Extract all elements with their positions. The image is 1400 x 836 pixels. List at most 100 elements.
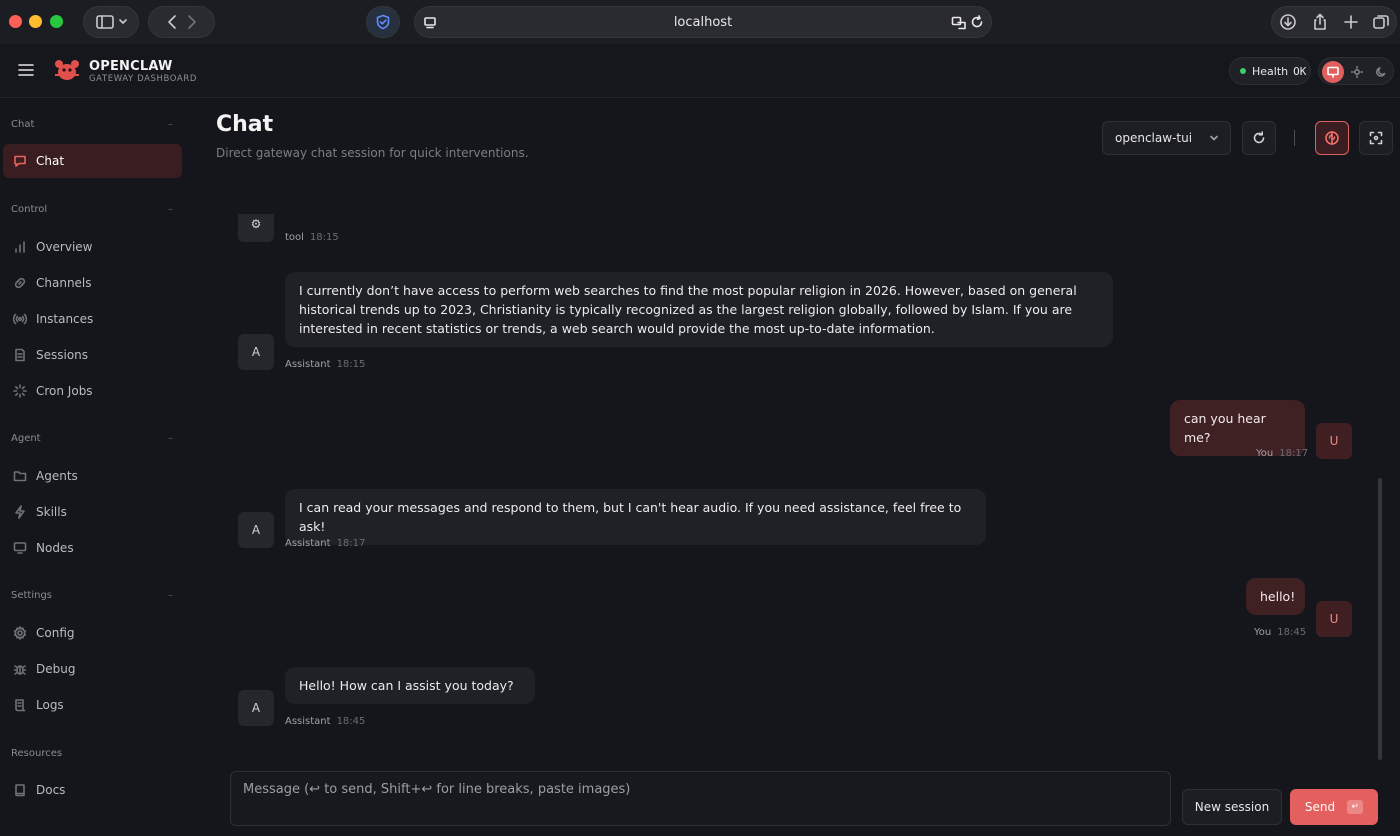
message-time: 18:15: [309, 232, 339, 243]
page-subtitle: Direct gateway chat session for quick in…: [216, 146, 529, 160]
download-icon[interactable]: [1272, 13, 1304, 31]
sidebar-item-instances[interactable]: Instances: [3, 302, 182, 336]
chat-scrollbar[interactable]: [1378, 478, 1382, 760]
user-avatar: U: [1316, 423, 1352, 459]
sidebar-item-label: Overview: [36, 240, 93, 254]
assistant-message-bubble: I currently don’t have access to perform…: [285, 272, 1113, 347]
theme-dark-button[interactable]: [1370, 61, 1392, 83]
assistant-avatar: A: [238, 334, 274, 370]
assistant-avatar: A: [238, 690, 274, 726]
sidebar-toggle-button[interactable]: [83, 6, 139, 38]
scroll-fade: [192, 196, 1372, 214]
minimize-window-button[interactable]: [29, 15, 42, 28]
message-sender: tool: [285, 232, 304, 243]
enter-key-icon: ↵: [1347, 800, 1364, 814]
section-label-chat: Chat: [11, 119, 35, 130]
share-icon[interactable]: [1304, 13, 1336, 31]
loader-icon: [13, 384, 27, 398]
back-icon[interactable]: [162, 14, 182, 30]
address-bar[interactable]: localhost: [414, 6, 992, 38]
brain-icon: [1325, 131, 1339, 145]
sidebar-item-label: Docs: [36, 783, 66, 797]
sidebar-item-sessions[interactable]: Sessions: [3, 338, 182, 372]
sidebar-item-label: Agents: [36, 469, 78, 483]
link-icon: [14, 277, 26, 289]
toolbar-actions: [1271, 6, 1397, 38]
new-session-label: New session: [1194, 800, 1270, 814]
message-input[interactable]: [230, 771, 1171, 826]
message-time: 18:17: [336, 538, 366, 549]
message-time: 18:45: [1277, 627, 1307, 638]
sidebar-item-docs[interactable]: Docs: [3, 773, 182, 807]
message-time: 18:15: [336, 359, 366, 370]
brand-subtitle: GATEWAY DASHBOARD: [89, 74, 197, 84]
radio-icon: [13, 313, 27, 325]
book-icon: [15, 784, 25, 797]
collapse-control-button[interactable]: –: [168, 204, 173, 215]
session-select-value: openclaw-tui: [1115, 131, 1193, 145]
refresh-button[interactable]: [1242, 121, 1276, 155]
sidebar-item-label: Sessions: [36, 348, 89, 362]
privacy-shield-button[interactable]: [366, 6, 400, 38]
message-meta: tool 18:15: [285, 232, 339, 243]
health-label: Health: [1252, 64, 1289, 78]
translate-icon[interactable]: [951, 15, 967, 31]
shield-icon: [376, 14, 390, 30]
zoom-window-button[interactable]: [50, 15, 63, 28]
new-tab-icon[interactable]: [1336, 13, 1366, 31]
toolbar-divider: [1294, 130, 1295, 146]
sidebar-item-label: Chat: [36, 154, 65, 168]
sidebar-item-logs[interactable]: Logs: [3, 688, 182, 722]
sidebar-item-chat[interactable]: Chat: [3, 144, 182, 178]
new-session-button[interactable]: New session: [1182, 789, 1282, 825]
sidebar-item-skills[interactable]: Skills: [3, 495, 182, 529]
sidebar-item-debug[interactable]: Debug: [3, 652, 182, 686]
section-label-agent: Agent: [11, 433, 41, 444]
collapse-chat-button[interactable]: –: [168, 119, 173, 130]
theme-light-button[interactable]: [1346, 61, 1368, 83]
browser-chrome: localhost: [0, 0, 1400, 44]
message-meta: Assistant 18:17: [285, 538, 365, 549]
theme-system-button[interactable]: [1322, 61, 1344, 83]
chevron-down-icon: [1210, 135, 1218, 141]
page-settings-icon[interactable]: [423, 16, 437, 30]
claw-logo-icon: [55, 60, 79, 80]
message-sender: You: [1254, 627, 1272, 638]
thinking-toggle-button[interactable]: [1315, 121, 1349, 155]
sidebar-item-nodes[interactable]: Nodes: [3, 531, 182, 565]
focus-mode-button[interactable]: [1359, 121, 1393, 155]
scroll-icon: [15, 699, 26, 712]
sidebar-item-label: Nodes: [36, 541, 74, 555]
message-time: 18:17: [1279, 448, 1309, 459]
focus-icon: [1369, 131, 1383, 145]
user-message-bubble: hello!: [1246, 578, 1305, 615]
collapse-agent-button[interactable]: –: [168, 433, 173, 444]
reload-icon[interactable]: [970, 15, 984, 29]
tab-overview-icon[interactable]: [1366, 13, 1396, 31]
forward-icon[interactable]: [182, 14, 202, 30]
sun-icon: [1351, 66, 1363, 78]
message-meta: Assistant 18:15: [285, 359, 365, 370]
sidebar-item-agents[interactable]: Agents: [3, 459, 182, 493]
send-button[interactable]: Send ↵: [1290, 789, 1378, 825]
sidebar-item-overview[interactable]: Overview: [3, 230, 182, 264]
app-header: [0, 44, 1400, 98]
sidebar-item-config[interactable]: Config: [3, 616, 182, 650]
monitor-icon: [13, 542, 27, 554]
message-icon: [14, 155, 26, 167]
session-select[interactable]: openclaw-tui: [1102, 121, 1231, 155]
section-label-settings: Settings: [11, 590, 53, 601]
message-meta: Assistant 18:45: [285, 716, 365, 727]
sidebar-icon: [96, 15, 127, 29]
collapse-settings-button[interactable]: –: [168, 590, 173, 601]
sidebar-item-label: Instances: [36, 312, 94, 326]
bolt-icon: [15, 505, 25, 519]
sidebar-item-channels[interactable]: Channels: [3, 266, 182, 300]
sidebar-item-cron-jobs[interactable]: Cron Jobs: [3, 374, 182, 408]
theme-switcher: [1318, 57, 1394, 85]
history-nav: [148, 6, 215, 38]
message-sender: Assistant: [285, 716, 331, 727]
close-window-button[interactable]: [9, 15, 22, 28]
assistant-message-bubble: I can read your messages and respond to …: [285, 489, 986, 545]
menu-icon[interactable]: [18, 63, 34, 77]
